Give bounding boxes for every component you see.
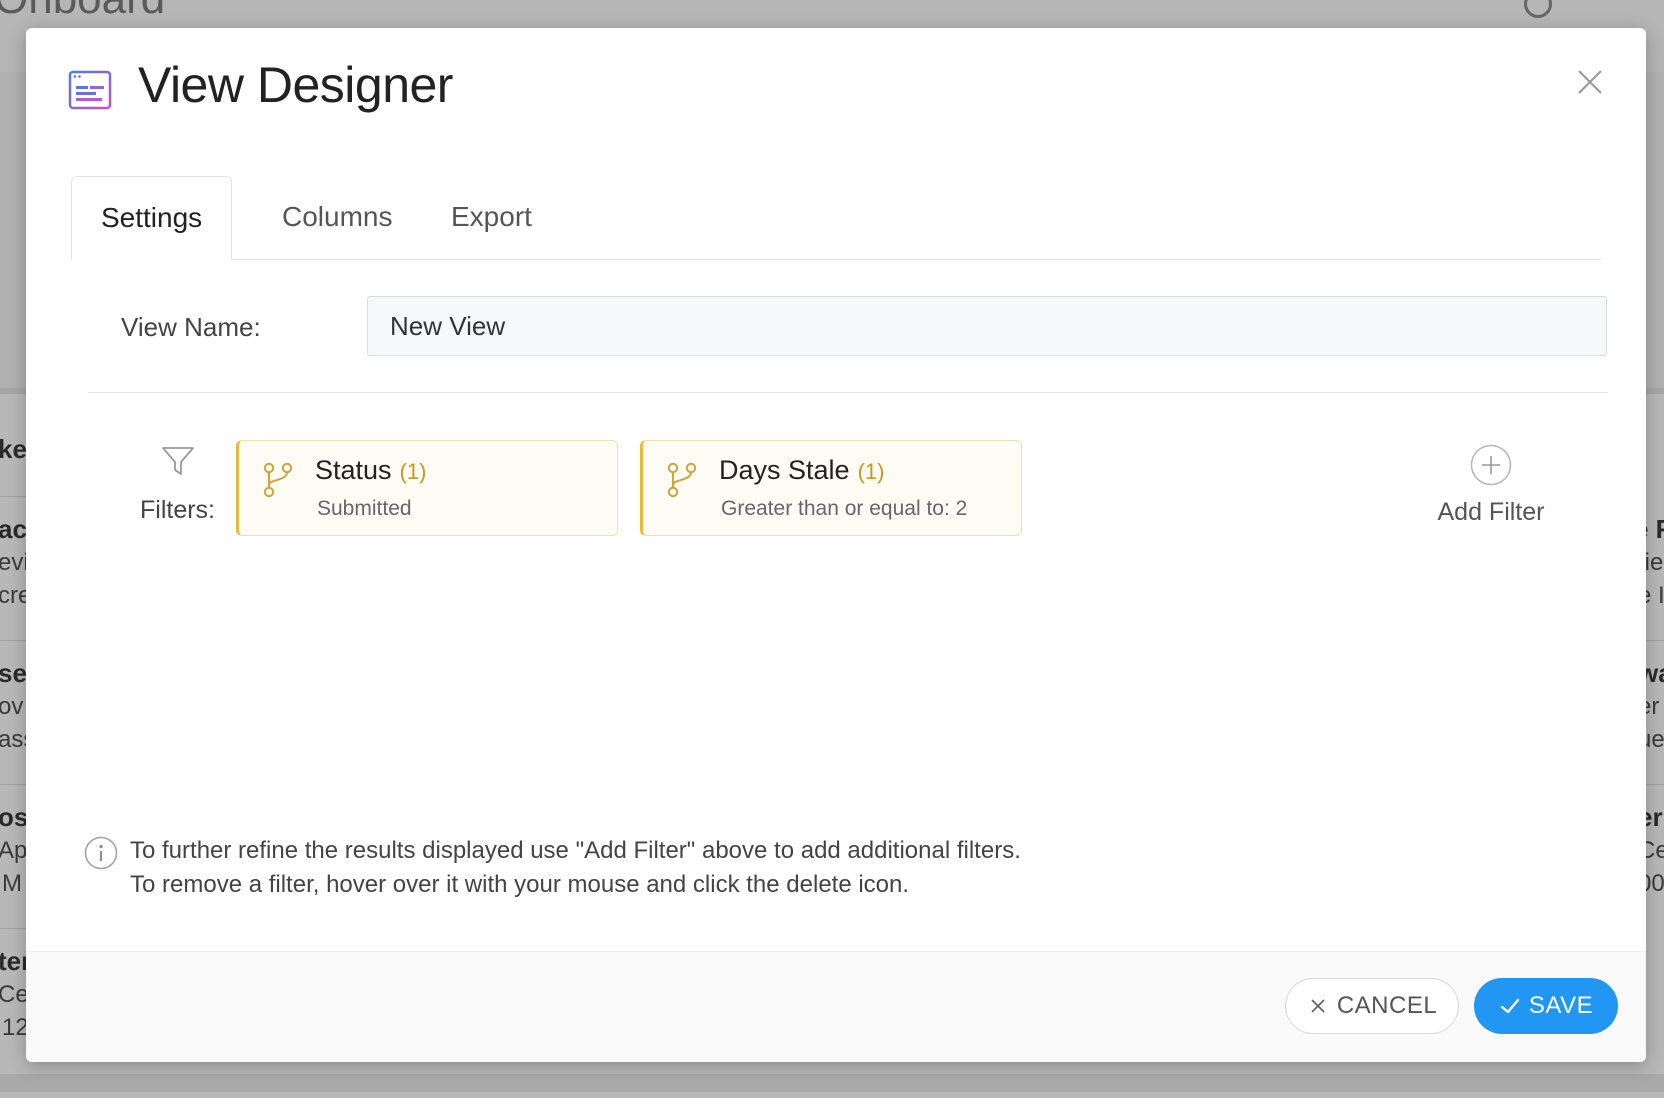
background-text: ac — [0, 514, 27, 544]
divider — [0, 496, 26, 497]
filters-label: Filters: — [140, 496, 215, 524]
background-footer — [0, 1074, 1664, 1092]
view-name-row: View Name: — [88, 266, 1608, 393]
view-name-input[interactable] — [367, 296, 1607, 356]
divider — [1646, 640, 1664, 641]
dialog-title: View Designer — [138, 57, 453, 113]
filter-chip-status[interactable]: Status (1) Submitted — [236, 440, 618, 536]
filter-count: (1) — [399, 459, 427, 484]
cancel-button[interactable]: CANCEL — [1285, 978, 1459, 1034]
plus-circle-icon — [1470, 444, 1512, 486]
branch-icon — [667, 462, 697, 498]
tab-columns[interactable]: Columns — [253, 176, 421, 258]
divider — [0, 928, 26, 929]
divider — [1646, 784, 1664, 785]
save-label: SAVE — [1528, 992, 1594, 1019]
filter-count: (1) — [857, 459, 885, 484]
view-name-label: View Name: — [121, 312, 261, 342]
filter-chip-title: Status (1) — [315, 455, 426, 486]
info-line: To remove a filter, hover over it with y… — [130, 871, 910, 898]
close-icon — [1311, 999, 1325, 1013]
background-text: evi — [0, 549, 29, 576]
background-text: Ce — [0, 981, 29, 1008]
background-text: ov — [0, 693, 24, 720]
add-filter-button[interactable]: Add Filter — [1428, 444, 1554, 528]
divider — [0, 784, 26, 785]
close-icon[interactable] — [1574, 66, 1606, 98]
filter-summary: Submitted — [317, 497, 412, 520]
dialog-footer: CANCEL SAVE — [26, 951, 1646, 1062]
background-text: M — [2, 870, 22, 897]
filter-summary: Greater than or equal to: 2 — [721, 497, 968, 520]
filter-chip-title: Days Stale (1) — [719, 455, 884, 486]
cancel-button-content: CANCEL — [1286, 979, 1458, 1033]
check-icon — [1500, 998, 1520, 1014]
branch-icon — [263, 462, 293, 498]
tab-bar: Settings Columns Export — [71, 148, 1601, 260]
search-icon — [1524, 0, 1552, 18]
filter-name: Days Stale — [719, 455, 850, 485]
save-button[interactable]: SAVE — [1474, 978, 1618, 1034]
divider — [0, 640, 26, 641]
background-header-title: Onboard — [0, 0, 165, 24]
info-icon — [84, 836, 118, 870]
cancel-label: CANCEL — [1336, 992, 1438, 1019]
tab-settings[interactable]: Settings — [71, 176, 233, 260]
funnel-icon — [162, 447, 194, 475]
save-button-content: SAVE — [1474, 978, 1618, 1034]
background-text: 12 — [2, 1014, 29, 1041]
add-filter-label: Add Filter — [1437, 498, 1545, 526]
info-note: To further refine the results displayed … — [84, 834, 1184, 904]
dialog-header: View Designer — [26, 28, 1646, 148]
filter-chip-days-stale[interactable]: Days Stale (1) Greater than or equal to: … — [640, 440, 1022, 536]
info-line: To further refine the results displayed … — [130, 837, 1021, 864]
background-text: Ap — [0, 837, 28, 864]
info-text: To further refine the results displayed … — [130, 834, 1021, 902]
filters-section: Filters: Status (1) Submitted Days Stale… — [88, 408, 1608, 558]
tab-export[interactable]: Export — [422, 176, 561, 258]
view-designer-icon — [68, 70, 112, 110]
view-designer-dialog: View Designer Settings Columns Export Vi… — [26, 28, 1646, 1062]
filter-name: Status — [315, 455, 392, 485]
